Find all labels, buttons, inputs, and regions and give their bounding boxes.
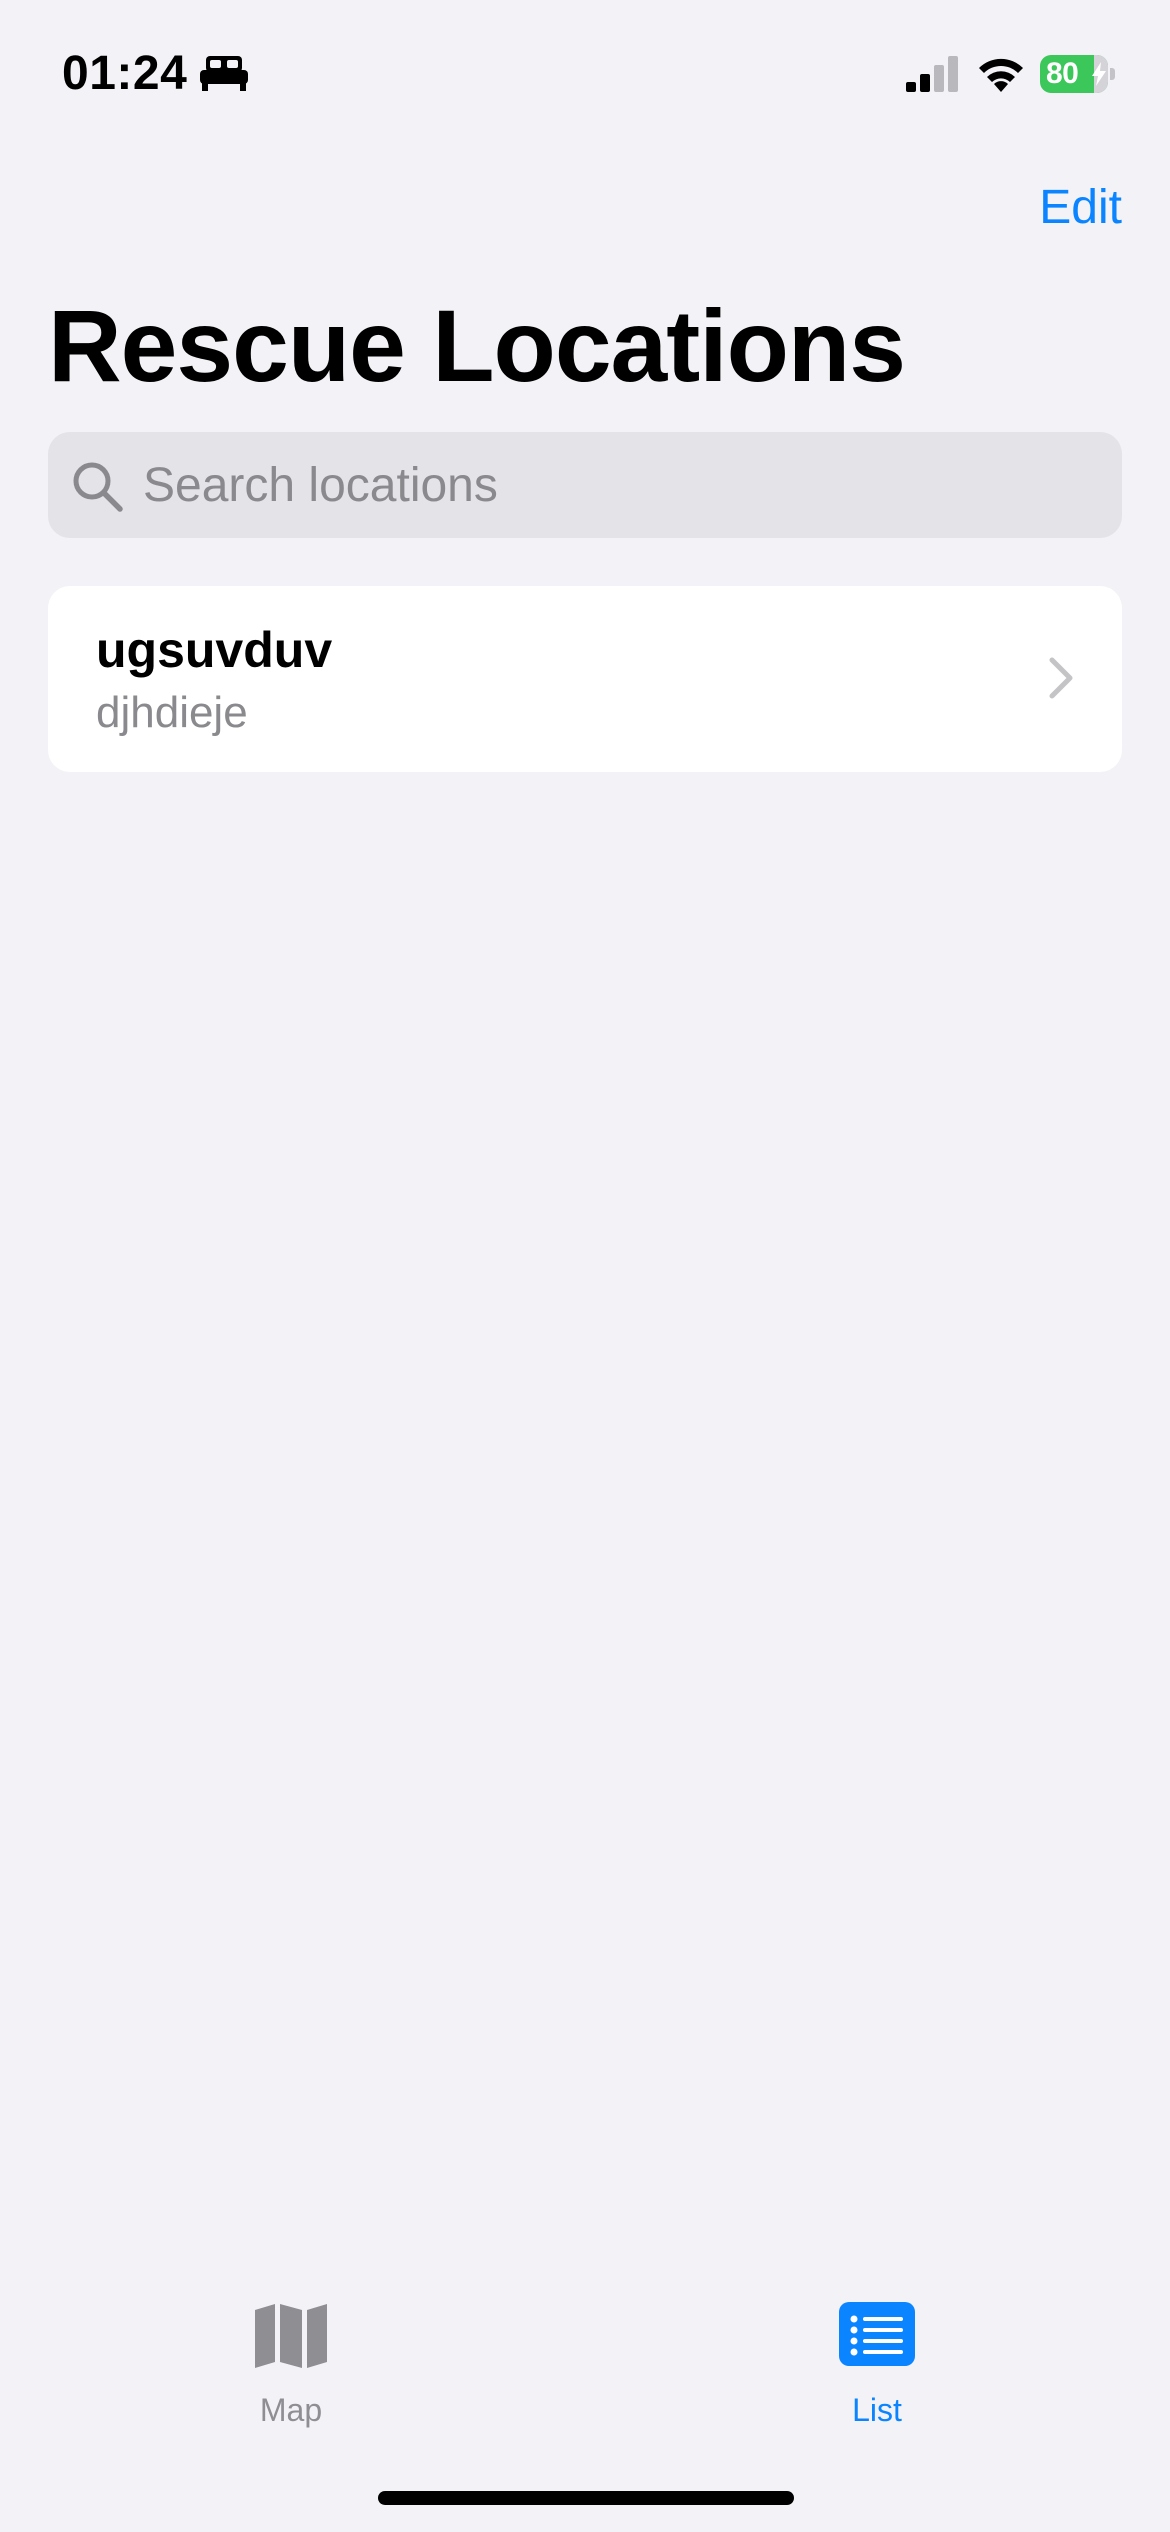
page-title: Rescue Locations (48, 289, 906, 403)
edit-button[interactable]: Edit (1039, 180, 1122, 236)
search-bar[interactable] (48, 432, 1122, 538)
location-subtitle: djhdieje (96, 688, 248, 737)
home-indicator[interactable] (378, 2491, 794, 2505)
status-bar: 01:24 80 (0, 0, 1170, 150)
chevron-right-icon (1049, 657, 1073, 699)
list-icon (839, 2302, 915, 2366)
location-list-item[interactable]: ugsuvduv djhdieje (48, 586, 1122, 772)
battery-percent: 80 (1046, 57, 1079, 90)
bed-icon (200, 56, 248, 91)
search-input[interactable] (143, 432, 1093, 538)
battery-cap (1110, 68, 1115, 80)
charging-bolt-icon (1092, 62, 1106, 86)
cellular-signal-icon (906, 56, 958, 92)
tab-list[interactable]: List (777, 2300, 977, 2440)
tab-label-map: Map (259, 2392, 323, 2428)
map-icon (255, 2304, 327, 2368)
status-time: 01:24 (62, 47, 188, 100)
tab-label-list: List (852, 2392, 902, 2428)
wifi-icon (979, 58, 1023, 92)
tab-map[interactable]: Map (191, 2300, 391, 2440)
location-name: ugsuvduv (96, 622, 333, 678)
battery-charging-icon: 80 (1040, 55, 1116, 93)
magnifying-glass-icon (73, 462, 123, 512)
battery-body: 80 (1040, 55, 1108, 93)
